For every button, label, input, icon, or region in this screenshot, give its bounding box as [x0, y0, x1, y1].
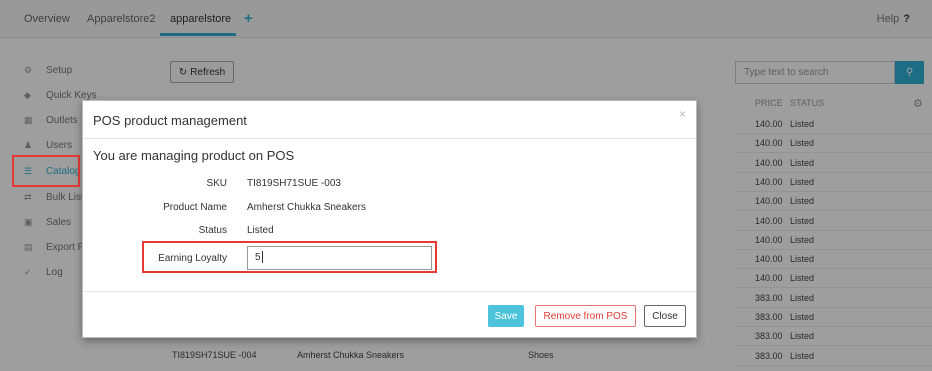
sku-label: SKU [206, 178, 227, 189]
modal-subtitle: You are managing product on POS [93, 148, 295, 163]
pos-product-modal: POS product management × You are managin… [82, 100, 697, 338]
catalog-highlight-box-top [12, 155, 80, 187]
earning-loyalty-input[interactable]: 5 [247, 246, 432, 270]
modal-title: POS product management [93, 113, 247, 128]
text-caret [261, 251, 263, 264]
modal-header-divider [83, 138, 696, 139]
product-name-value: Amherst Chukka Sneakers [247, 202, 366, 213]
remove-from-pos-button[interactable]: Remove from POS [535, 305, 636, 327]
status-value: Listed [247, 225, 274, 236]
sku-value: TI819SH71SUE -003 [247, 178, 341, 189]
earning-loyalty-label: Earning Loyalty [158, 253, 227, 264]
modal-close-icon[interactable]: × [679, 107, 686, 121]
modal-footer-divider [83, 291, 696, 292]
save-button[interactable]: Save [488, 305, 524, 327]
product-name-label: Product Name [163, 202, 227, 213]
status-label: Status [198, 225, 227, 236]
earning-loyalty-value: 5 [255, 252, 261, 263]
close-button[interactable]: Close [644, 305, 686, 327]
